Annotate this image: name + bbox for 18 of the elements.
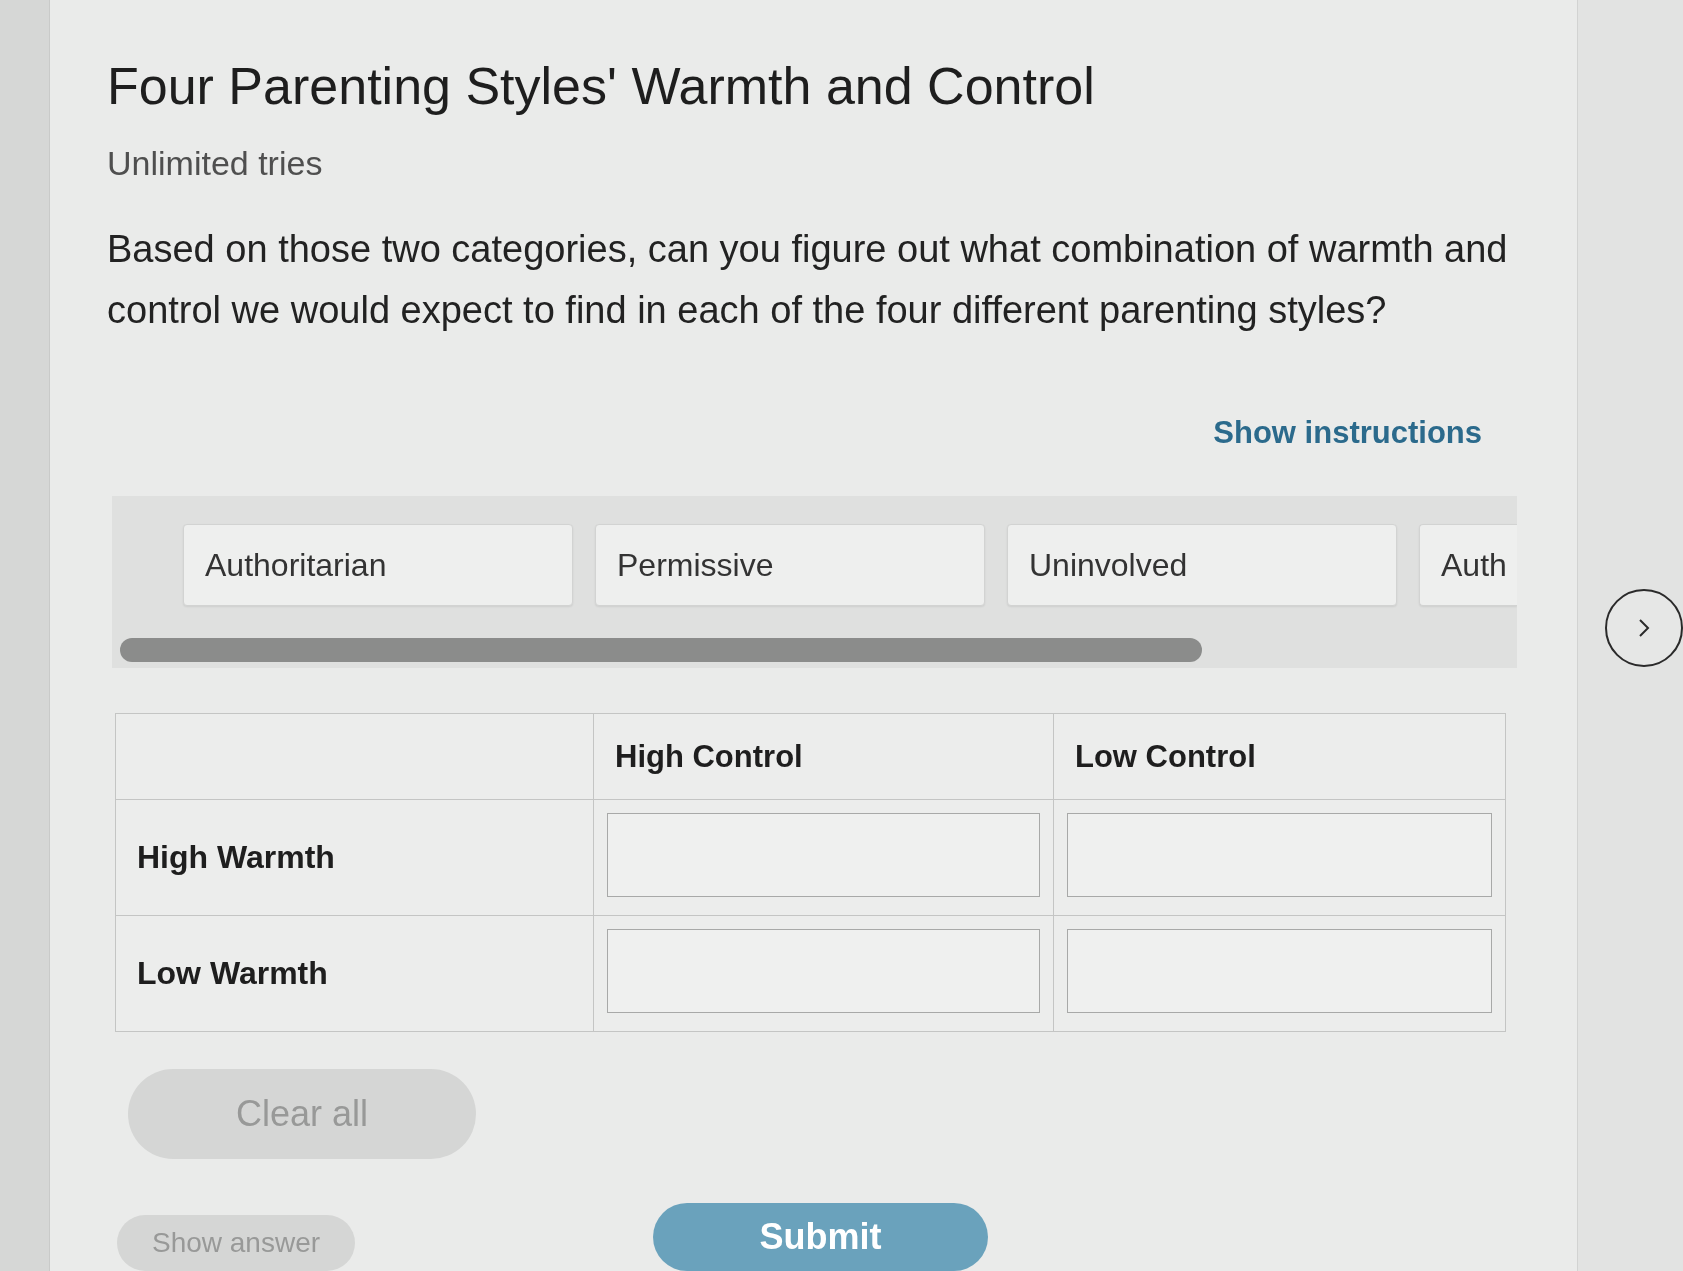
answer-card[interactable]: Uninvolved — [1007, 524, 1397, 606]
row-header: High Warmth — [116, 800, 594, 916]
drop-field[interactable] — [607, 813, 1040, 897]
drop-field[interactable] — [1067, 929, 1492, 1013]
answer-card[interactable]: Authoritarian — [183, 524, 573, 606]
question-text: Based on those two categories, can you figure out what combination of warmth and control we would expect to find in each of the four different parenting styles? — [107, 227, 1509, 333]
drop-field[interactable] — [607, 929, 1040, 1013]
drop-field[interactable] — [1067, 813, 1492, 897]
column-header: Low Control — [1054, 714, 1506, 800]
page-title: Four Parenting Styles' Warmth and Control — [107, 56, 1096, 117]
scrollbar-thumb[interactable] — [120, 638, 1202, 662]
attempts-label: Unlimited tries — [107, 143, 324, 184]
chevron-right-icon — [1638, 618, 1650, 638]
answer-card[interactable]: Auth — [1419, 524, 1517, 606]
answer-card[interactable]: Permissive — [595, 524, 985, 606]
column-header: High Control — [594, 714, 1054, 800]
row-header: Low Warmth — [116, 916, 594, 1032]
show-instructions-link[interactable]: Show instructions — [1213, 415, 1482, 451]
